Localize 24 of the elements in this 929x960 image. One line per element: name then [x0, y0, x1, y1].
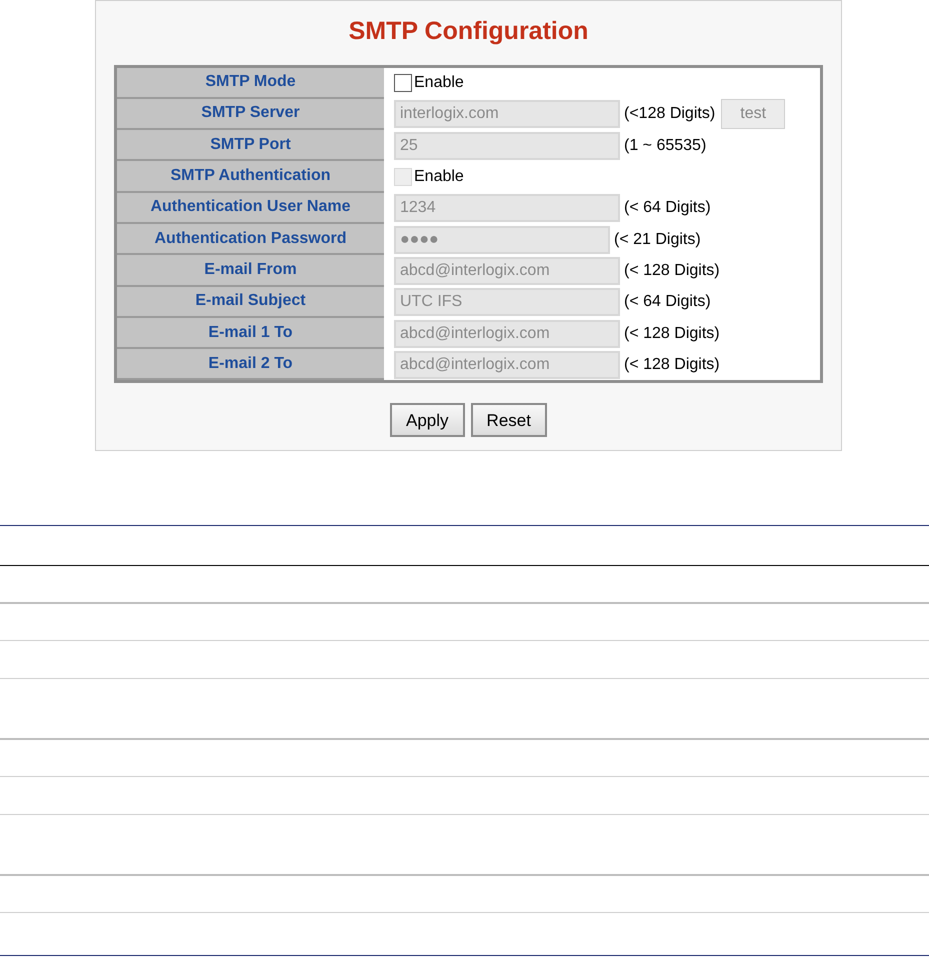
field-hint: (< 64 Digits): [624, 292, 711, 312]
row-label: E-mail 2 To: [117, 349, 384, 380]
field-hint: (<128 Digits): [624, 104, 716, 124]
row-label: SMTP Server: [117, 98, 384, 130]
row-label: SMTP Mode: [117, 68, 384, 99]
field-hint: (< 128 Digits): [624, 324, 720, 344]
field-hint: (< 128 Digits): [624, 354, 720, 375]
checkbox[interactable]: [394, 74, 412, 92]
action-button[interactable]: Apply: [390, 403, 465, 438]
row-label: E-mail Subject: [117, 286, 384, 318]
field-hint: (< 64 Digits): [624, 198, 711, 218]
row-label: SMTP Port: [117, 130, 384, 162]
checkbox-label: Enable: [414, 73, 464, 94]
row-label: Authentication User Name: [117, 192, 384, 224]
row-label: E-mail From: [117, 255, 384, 287]
checkbox-label: Enable: [414, 167, 464, 188]
row-label: E-mail 1 To: [117, 318, 384, 350]
page-title: SMTP Configuration: [348, 16, 588, 47]
row-label: Authentication Password: [117, 224, 384, 256]
field-hint: (< 21 Digits): [614, 230, 701, 250]
row-label: SMTP Authentication: [117, 161, 384, 193]
field-hint: (< 128 Digits): [624, 260, 720, 281]
field-hint: (1 ~ 65535): [624, 136, 706, 156]
action-button[interactable]: Reset: [470, 403, 547, 438]
